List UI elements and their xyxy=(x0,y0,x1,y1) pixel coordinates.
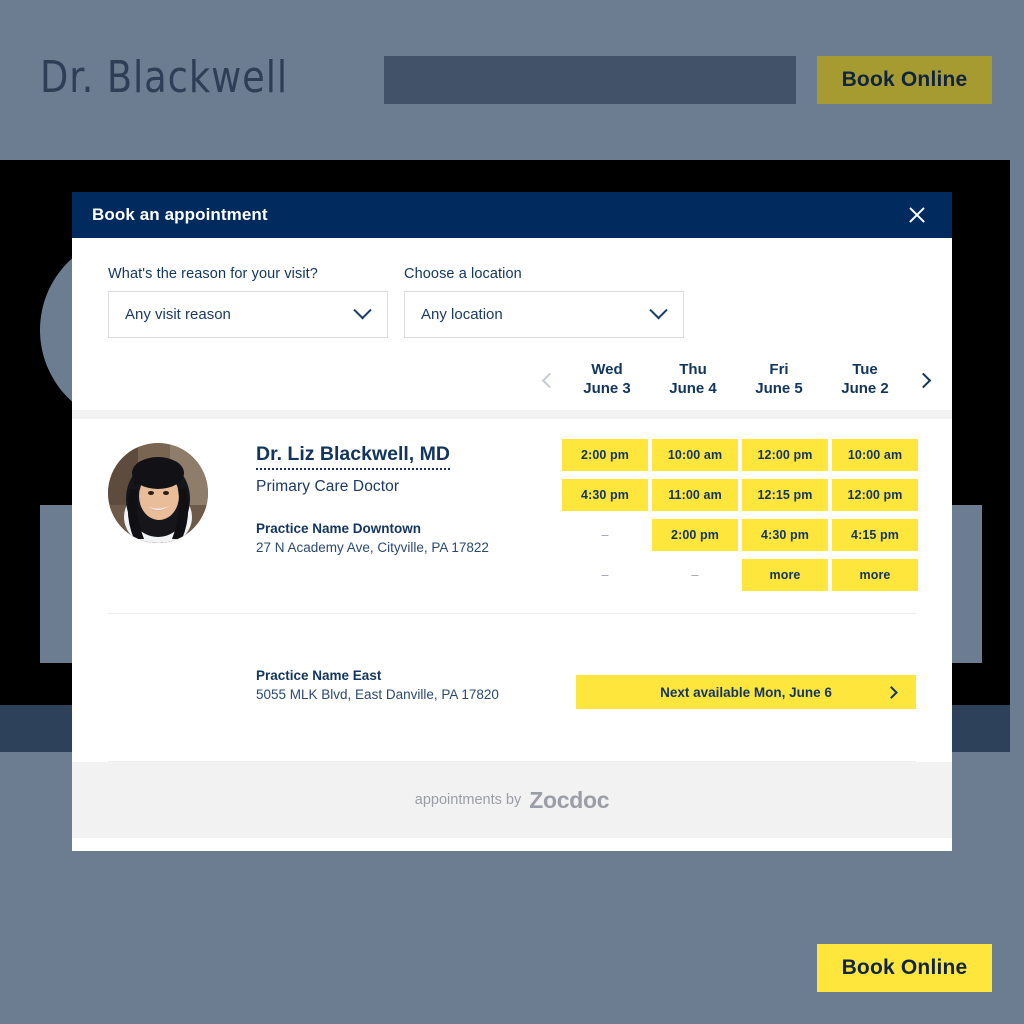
footer-attribution-text: appointments by xyxy=(414,792,522,808)
site-search-input[interactable] xyxy=(384,56,796,104)
date-column-2[interactable]: Fri June 5 xyxy=(736,361,822,399)
filter-location: Choose a location Any location xyxy=(404,266,684,338)
date-day: June 3 xyxy=(583,380,631,397)
book-online-button-bottom[interactable]: Book Online xyxy=(817,944,992,992)
chevron-left-glyph xyxy=(541,372,557,388)
visit-reason-value: Any visit reason xyxy=(125,306,231,323)
time-slot[interactable]: 11:00 am xyxy=(652,479,738,511)
date-dow: Tue xyxy=(852,361,878,379)
second-practice-row: Practice Name East 5055 MLK Blvd, East D… xyxy=(72,614,952,709)
time-slot[interactable]: 4:15 pm xyxy=(832,519,918,551)
date-column-3[interactable]: Tue June 2 xyxy=(822,361,908,399)
time-slot[interactable]: 4:30 pm xyxy=(562,479,648,511)
date-day: June 2 xyxy=(841,380,889,397)
time-slot[interactable]: – xyxy=(652,559,738,591)
avatar xyxy=(108,443,208,543)
time-slot[interactable]: 2:00 pm xyxy=(562,439,648,471)
chevron-down-icon xyxy=(353,301,372,320)
next-available-button[interactable]: Next available Mon, June 6 xyxy=(576,675,916,709)
provider-name-link[interactable]: Dr. Liz Blackwell, MD xyxy=(256,443,450,470)
time-slot-more[interactable]: more xyxy=(832,559,918,591)
chevron-left-icon[interactable] xyxy=(534,362,564,398)
second-practice-address: 5055 MLK Blvd, East Danville, PA 17820 xyxy=(256,687,499,702)
page-root: Dr. Blackwell Book Online Book Online Bo… xyxy=(0,0,1024,1024)
date-day: June 4 xyxy=(669,380,717,397)
provider-row: Dr. Liz Blackwell, MD Primary Care Docto… xyxy=(72,419,952,591)
modal-title: Book an appointment xyxy=(92,205,268,224)
visit-reason-select[interactable]: Any visit reason xyxy=(108,291,388,338)
filter-visit-reason: What's the reason for your visit? Any vi… xyxy=(108,266,388,338)
time-slot[interactable]: 2:00 pm xyxy=(652,519,738,551)
date-dow: Fri xyxy=(769,361,789,379)
next-available-label: Next available Mon, June 6 xyxy=(660,684,832,700)
chevron-down-icon xyxy=(649,301,668,320)
book-online-button-top[interactable]: Book Online xyxy=(817,56,992,104)
location-value: Any location xyxy=(421,306,503,323)
location-select[interactable]: Any location xyxy=(404,291,684,338)
filters-row: What's the reason for your visit? Any vi… xyxy=(72,238,952,338)
date-dow: Thu xyxy=(679,361,707,379)
provider-info: Dr. Liz Blackwell, MD Primary Care Docto… xyxy=(256,441,562,591)
time-slot[interactable]: 12:00 pm xyxy=(832,479,918,511)
date-day: June 5 xyxy=(755,380,803,397)
time-slot[interactable]: – xyxy=(562,519,648,551)
provider-specialty: Primary Care Doctor xyxy=(256,478,400,495)
time-slot-grid: 2:00 pm 10:00 am 12:00 pm 10:00 am 4:30 … xyxy=(562,439,918,591)
booking-modal: Book an appointment What's the reason fo… xyxy=(72,192,952,851)
practice-name: Practice Name Downtown xyxy=(256,521,422,536)
second-practice-info: Practice Name East 5055 MLK Blvd, East D… xyxy=(256,668,568,702)
site-header: Dr. Blackwell Book Online xyxy=(0,0,1024,160)
time-slot[interactable]: 12:15 pm xyxy=(742,479,828,511)
date-column-1[interactable]: Thu June 4 xyxy=(650,361,736,399)
filter-label-location: Choose a location xyxy=(404,266,522,282)
modal-footer: appointments by Zocdoc xyxy=(72,762,952,838)
time-slot[interactable]: 12:00 pm xyxy=(742,439,828,471)
practice-address: 27 N Academy Ave, Cityville, PA 17822 xyxy=(256,540,489,555)
zocdoc-logo: Zocdoc xyxy=(529,786,610,813)
site-logo: Dr. Blackwell xyxy=(40,52,289,103)
chevron-right-glyph xyxy=(915,372,931,388)
time-slot-more[interactable]: more xyxy=(742,559,828,591)
chevron-right-icon[interactable] xyxy=(908,362,938,398)
chevron-right-icon xyxy=(885,685,898,699)
time-slot[interactable]: – xyxy=(562,559,648,591)
date-navigation: Wed June 3 Thu June 4 Fri June 5 Tue Jun… xyxy=(72,338,952,410)
date-column-0[interactable]: Wed June 3 xyxy=(564,361,650,399)
filter-label-visit-reason: What's the reason for your visit? xyxy=(108,266,318,282)
section-separator xyxy=(72,410,952,419)
close-icon[interactable] xyxy=(904,202,930,228)
modal-header: Book an appointment xyxy=(72,192,952,238)
date-dow: Wed xyxy=(591,361,623,379)
time-slot[interactable]: 4:30 pm xyxy=(742,519,828,551)
time-slot[interactable]: 10:00 am xyxy=(832,439,918,471)
time-slot[interactable]: 10:00 am xyxy=(652,439,738,471)
second-practice-name: Practice Name East xyxy=(256,668,382,683)
